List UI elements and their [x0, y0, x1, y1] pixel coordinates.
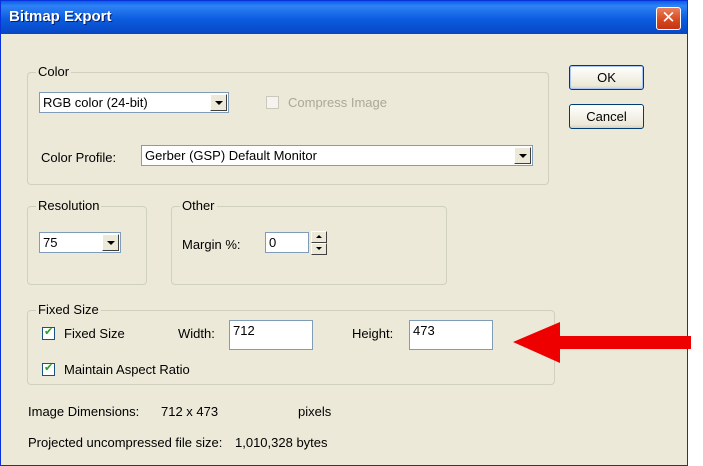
- compress-image-checkbox[interactable]: [266, 96, 279, 109]
- bitmap-export-dialog: Bitmap Export ✕ Color RGB color (24-bit)…: [0, 0, 688, 466]
- arrow-shaft: [555, 336, 691, 349]
- color-mode-value: RGB color (24-bit): [43, 95, 148, 110]
- window-title: Bitmap Export: [9, 8, 112, 25]
- maintain-aspect-ratio-checkbox[interactable]: [42, 361, 55, 376]
- width-value: 712: [233, 323, 255, 338]
- file-size-label: Projected uncompressed file size:: [28, 435, 223, 450]
- margin-spinner[interactable]: [311, 231, 327, 255]
- chevron-down-icon[interactable]: [102, 234, 119, 251]
- fixed-size-label: Fixed Size: [64, 326, 125, 341]
- spin-up-icon[interactable]: [311, 231, 327, 243]
- close-icon: ✕: [661, 8, 676, 28]
- color-group-legend: Color: [36, 64, 72, 79]
- resolution-dropdown[interactable]: 75: [39, 232, 121, 253]
- color-profile-label: Color Profile:: [41, 150, 117, 165]
- image-dimensions-unit: pixels: [298, 404, 332, 419]
- chevron-down-icon[interactable]: [210, 94, 227, 111]
- margin-label: Margin %:: [182, 237, 241, 252]
- height-value: 473: [413, 323, 435, 338]
- margin-input[interactable]: 0: [265, 232, 309, 253]
- color-mode-dropdown[interactable]: RGB color (24-bit): [39, 92, 229, 113]
- close-button[interactable]: ✕: [656, 7, 681, 30]
- image-dimensions-value: 712 x 473: [161, 404, 219, 419]
- file-size-value: 1,010,328 bytes: [235, 435, 328, 450]
- height-input[interactable]: 473: [409, 320, 493, 350]
- color-profile-dropdown[interactable]: Gerber (GSP) Default Monitor: [141, 145, 533, 166]
- other-group-legend: Other: [180, 198, 217, 213]
- red-arrow-annotation: [513, 322, 691, 363]
- cancel-button[interactable]: Cancel: [569, 104, 644, 129]
- resolution-value: 75: [43, 235, 58, 250]
- width-input[interactable]: 712: [229, 320, 313, 350]
- arrow-head-icon: [513, 322, 560, 363]
- maintain-aspect-ratio-label: Maintain Aspect Ratio: [64, 362, 190, 377]
- color-group: Color: [27, 64, 549, 185]
- height-label: Height:: [352, 326, 394, 341]
- fixed-size-checkbox[interactable]: [42, 325, 55, 340]
- title-bar[interactable]: Bitmap Export ✕: [1, 1, 687, 34]
- fixed-size-group-legend: Fixed Size: [36, 302, 101, 317]
- width-label: Width:: [178, 326, 215, 341]
- spin-down-icon[interactable]: [311, 243, 327, 255]
- ok-button[interactable]: OK: [569, 65, 644, 90]
- compress-image-label: Compress Image: [288, 95, 387, 110]
- chevron-down-icon[interactable]: [514, 147, 531, 164]
- margin-value: 0: [269, 235, 277, 250]
- color-profile-value: Gerber (GSP) Default Monitor: [145, 148, 317, 163]
- resolution-group-legend: Resolution: [36, 198, 102, 213]
- image-dimensions-label: Image Dimensions:: [28, 404, 140, 419]
